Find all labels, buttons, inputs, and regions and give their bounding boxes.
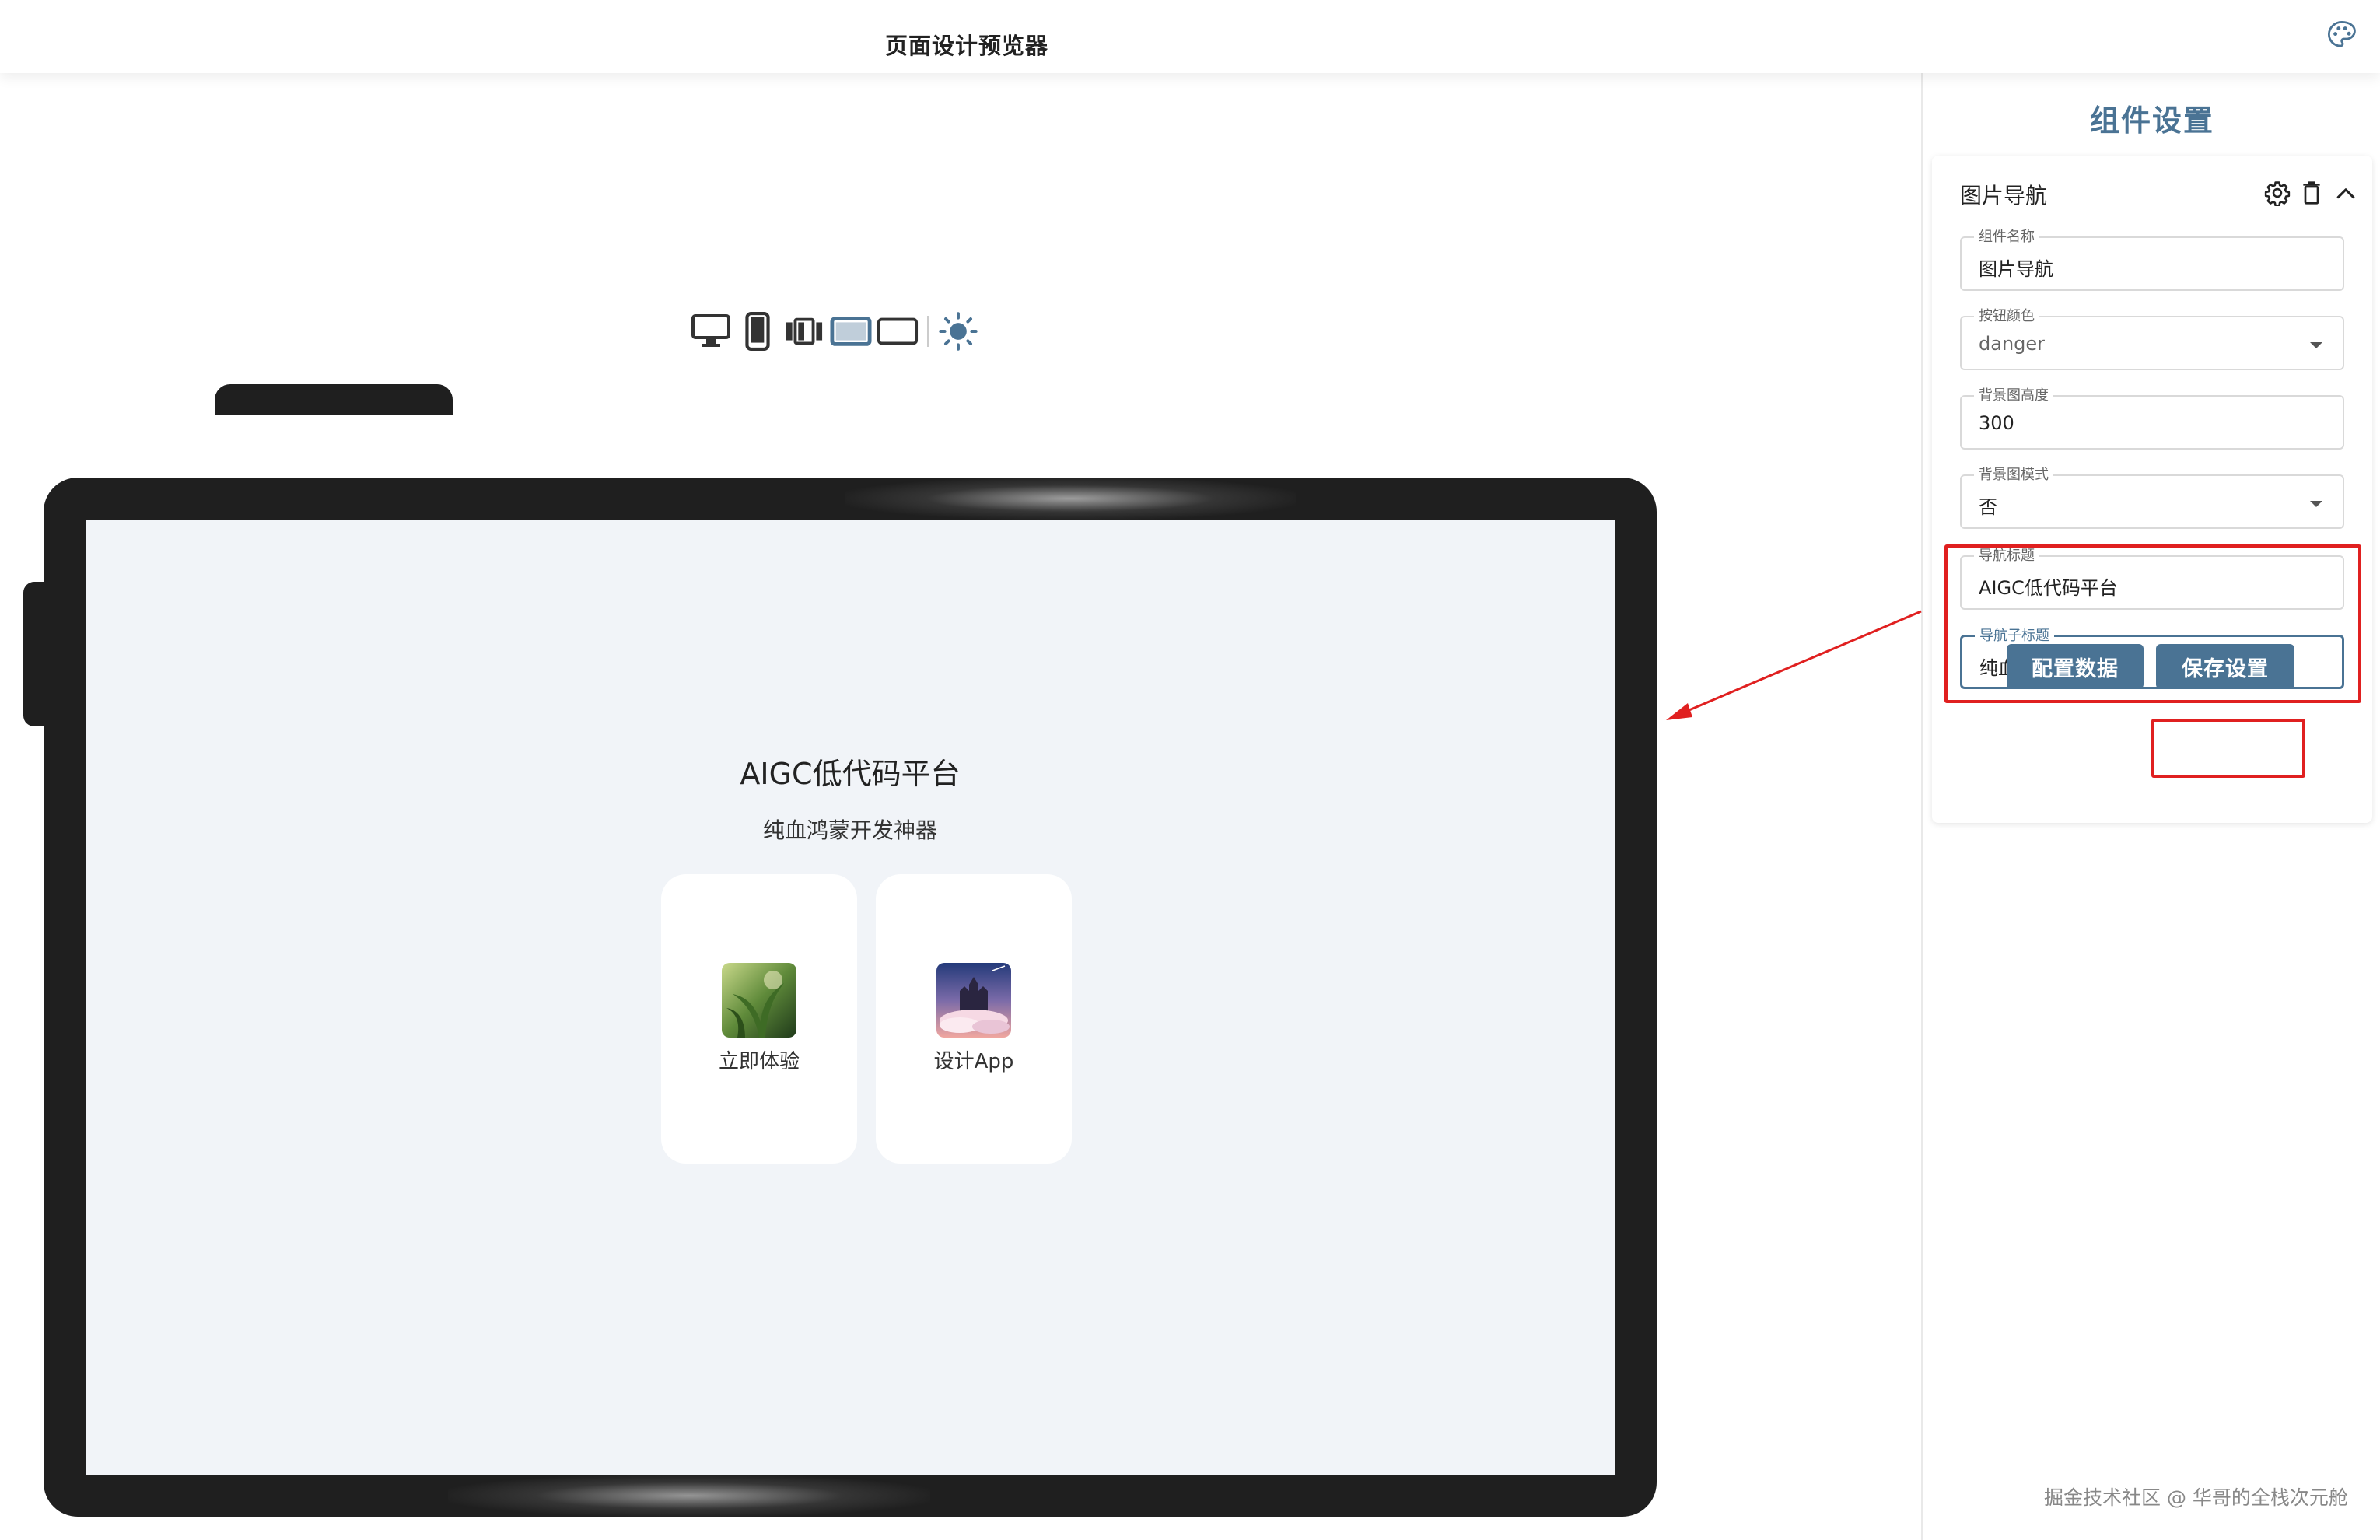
field-label: 组件名称 [1974, 229, 2039, 246]
device-screen: AIGC低代码平台 纯血鸿蒙开发神器 立即体验 设计App [86, 520, 1615, 1475]
toolbar-divider [927, 316, 929, 347]
card-label: 立即体验 [718, 1050, 800, 1073]
field-value: 图片导航 [1979, 258, 2053, 280]
field-value: 300 [1979, 412, 2014, 434]
gear-icon[interactable] [2260, 176, 2294, 210]
chevron-up-icon[interactable] [2329, 176, 2363, 210]
annotation-highlight-fields [1944, 544, 2361, 703]
palette-icon[interactable] [2326, 19, 2358, 51]
bg-image-height-field[interactable]: 背景图高度 300 [1960, 387, 2344, 450]
device-toolbar [688, 308, 982, 355]
field-label: 按钮颜色 [1974, 308, 2039, 325]
watermark: 掘金技术社区 @ 华哥的全栈次元舱 [2044, 1486, 2348, 1509]
brightness-icon[interactable] [935, 308, 982, 355]
annotation-highlight-save [2151, 719, 2305, 778]
card-label: 设计App [933, 1050, 1014, 1073]
field-value: danger [1979, 333, 2046, 355]
device-glare [448, 1475, 930, 1517]
dropdown-caret-icon [2310, 501, 2322, 507]
nav-title: AIGC低代码平台 [740, 757, 961, 791]
device-glare [845, 478, 1296, 520]
desktop-icon[interactable] [688, 308, 734, 355]
button-color-select[interactable]: 按钮颜色 danger [1960, 308, 2344, 370]
device-top-button [215, 384, 453, 415]
tablet-landscape-icon[interactable] [828, 308, 874, 355]
component-name-field[interactable]: 组件名称 图片导航 [1960, 229, 2344, 291]
component-name: 图片导航 [1960, 183, 2048, 208]
castle-image [936, 963, 1011, 1038]
field-label: 背景图高度 [1974, 387, 2053, 404]
field-value: 否 [1979, 496, 1997, 518]
tablet-device-frame: AIGC低代码平台 纯血鸿蒙开发神器 立即体验 设计App [44, 478, 1657, 1517]
top-header: 页面设计预览器 [0, 0, 2380, 73]
app-title: 页面设计预览器 [885, 33, 1049, 59]
settings-panel: 组件设置 图片导航 组件名称 图片导航 按钮颜色 danger 背景图高度 30… [1921, 73, 2380, 1540]
foldable-icon[interactable] [781, 308, 828, 355]
nav-card-design-app[interactable]: 设计App [876, 874, 1072, 1164]
phone-icon[interactable] [734, 308, 781, 355]
nav-subtitle: 纯血鸿蒙开发神器 [762, 817, 937, 843]
component-actions [2260, 176, 2363, 210]
dropdown-caret-icon [2310, 342, 2322, 348]
bg-image-mode-select[interactable]: 背景图模式 否 [1960, 467, 2344, 529]
field-label: 背景图模式 [1974, 467, 2053, 484]
panel-title: 组件设置 [2089, 103, 2214, 138]
widescreen-icon[interactable] [874, 308, 921, 355]
nav-card-try-now[interactable]: 立即体验 [661, 874, 857, 1164]
plant-image [722, 963, 796, 1038]
trash-icon[interactable] [2294, 176, 2329, 210]
